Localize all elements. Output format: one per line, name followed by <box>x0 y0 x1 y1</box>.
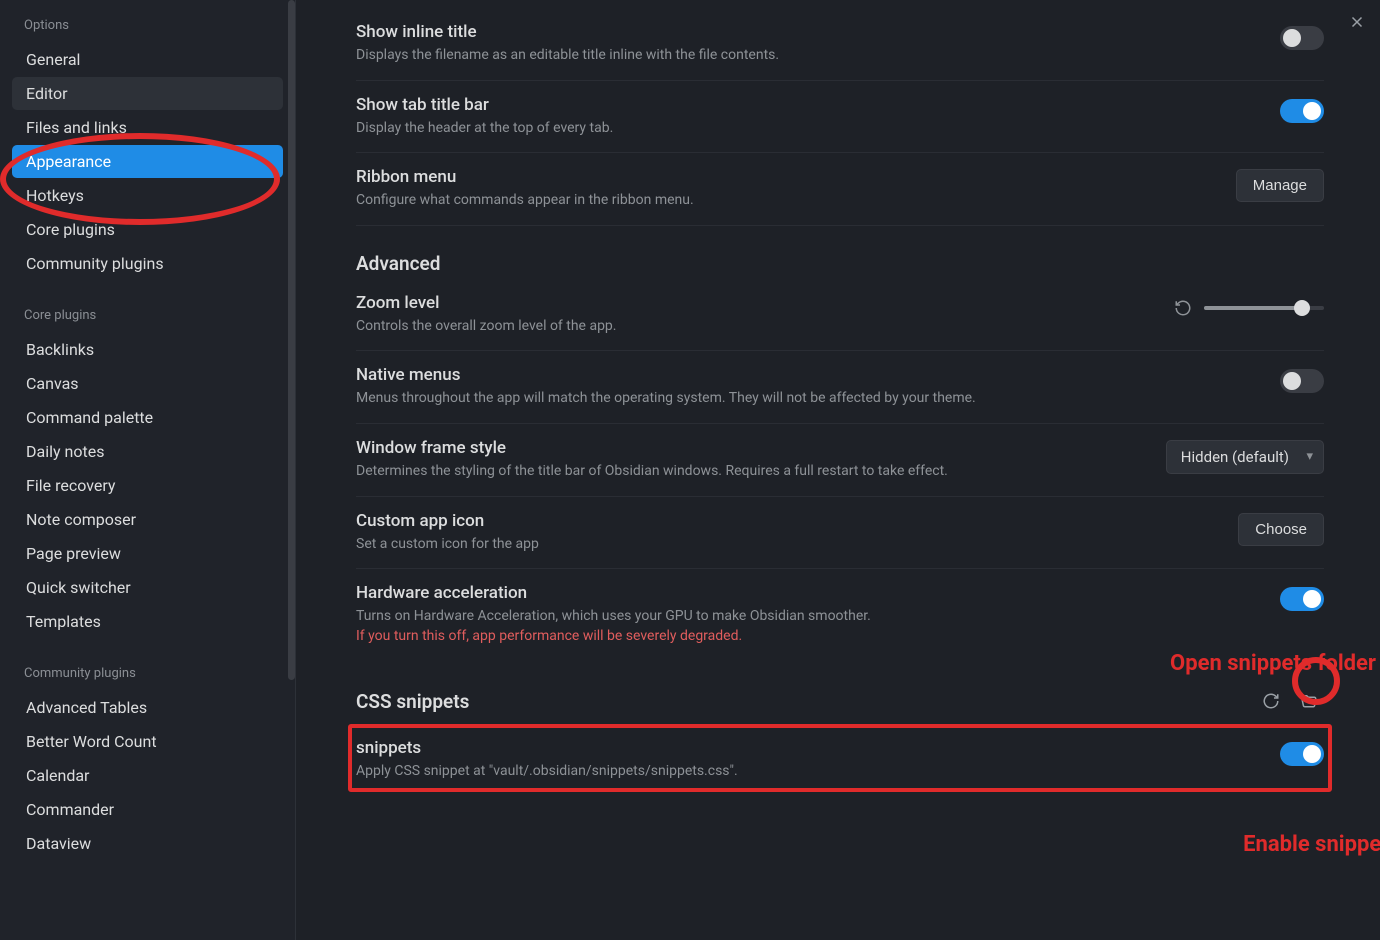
setting-desc: Configure what commands appear in the ri… <box>356 191 1216 211</box>
toggle-tab-title-bar[interactable] <box>1280 99 1324 123</box>
setting-desc: Displays the filename as an editable tit… <box>356 46 1260 66</box>
setting-inline-title: Show inline title Displays the filename … <box>356 8 1324 81</box>
sidebar-item-templates[interactable]: Templates <box>12 605 283 638</box>
toggle-hardware-accel[interactable] <box>1280 587 1324 611</box>
sidebar-item-community-plugins[interactable]: Community plugins <box>12 247 283 280</box>
setting-title: Window frame style <box>356 438 1146 458</box>
setting-title: Zoom level <box>356 293 1154 313</box>
toggle-snippet[interactable] <box>1280 742 1324 766</box>
toggle-inline-title[interactable] <box>1280 26 1324 50</box>
setting-window-frame: Window frame style Determines the stylin… <box>356 424 1324 497</box>
sidebar-item-better-word-count[interactable]: Better Word Count <box>12 725 283 758</box>
setting-title: Hardware acceleration <box>356 583 1260 603</box>
setting-app-icon: Custom app icon Set a custom icon for th… <box>356 497 1324 570</box>
sidebar-item-daily-notes[interactable]: Daily notes <box>12 435 283 468</box>
frame-style-select[interactable]: Hidden (default) <box>1166 440 1324 474</box>
setting-desc: Determines the styling of the title bar … <box>356 462 1146 482</box>
setting-tab-title-bar: Show tab title bar Display the header at… <box>356 81 1324 154</box>
setting-ribbon-menu: Ribbon menu Configure what commands appe… <box>356 153 1324 226</box>
open-snippets-folder-icon[interactable] <box>1294 686 1324 716</box>
sidebar-item-commander[interactable]: Commander <box>12 793 283 826</box>
setting-desc: Menus throughout the app will match the … <box>356 389 1260 409</box>
sidebar-item-calendar[interactable]: Calendar <box>12 759 283 792</box>
snippet-desc: Apply CSS snippet at "vault/.obsidian/sn… <box>356 762 1260 782</box>
setting-native-menus: Native menus Menus throughout the app wi… <box>356 351 1324 424</box>
setting-warning: If you turn this off, app performance wi… <box>356 627 1260 647</box>
setting-title: Native menus <box>356 365 1260 385</box>
section-advanced: Advanced <box>356 226 1324 279</box>
sidebar-section-options: Options <box>12 14 283 43</box>
sidebar-item-editor[interactable]: Editor <box>12 77 283 110</box>
sidebar-section-community-plugins: Community plugins <box>12 662 283 691</box>
annotation-enable: Enable snippets <box>1243 832 1380 857</box>
setting-desc: Display the header at the top of every t… <box>356 119 1260 139</box>
setting-title: Custom app icon <box>356 511 1218 531</box>
sidebar-item-general[interactable]: General <box>12 43 283 76</box>
sidebar-item-core-plugins[interactable]: Core plugins <box>12 213 283 246</box>
sidebar-item-note-composer[interactable]: Note composer <box>12 503 283 536</box>
sidebar-item-hotkeys[interactable]: Hotkeys <box>12 179 283 212</box>
setting-zoom-level: Zoom level Controls the overall zoom lev… <box>356 279 1324 352</box>
setting-title: Show inline title <box>356 22 1260 42</box>
sidebar-item-file-recovery[interactable]: File recovery <box>12 469 283 502</box>
setting-desc: Controls the overall zoom level of the a… <box>356 317 1154 337</box>
close-icon[interactable] <box>1344 8 1370 41</box>
choose-button[interactable]: Choose <box>1238 513 1324 546</box>
sidebar-item-dataview[interactable]: Dataview <box>12 827 283 860</box>
sidebar-item-canvas[interactable]: Canvas <box>12 367 283 400</box>
sidebar-item-advanced-tables[interactable]: Advanced Tables <box>12 691 283 724</box>
sidebar-item-command-palette[interactable]: Command palette <box>12 401 283 434</box>
toggle-native-menus[interactable] <box>1280 369 1324 393</box>
sidebar-section-core-plugins: Core plugins <box>12 304 283 333</box>
manage-button[interactable]: Manage <box>1236 169 1324 202</box>
setting-desc: Set a custom icon for the app <box>356 535 1218 555</box>
sidebar-item-quick-switcher[interactable]: Quick switcher <box>12 571 283 604</box>
zoom-slider[interactable] <box>1204 306 1324 310</box>
reload-snippets-icon[interactable] <box>1256 686 1286 716</box>
sidebar-item-backlinks[interactable]: Backlinks <box>12 333 283 366</box>
setting-title: Ribbon menu <box>356 167 1216 187</box>
settings-sidebar: Options General Editor Files and links A… <box>0 0 296 940</box>
sidebar-item-files-links[interactable]: Files and links <box>12 111 283 144</box>
sidebar-scrollbar[interactable] <box>288 0 295 680</box>
setting-hardware-accel: Hardware acceleration Turns on Hardware … <box>356 569 1324 660</box>
section-css-snippets: CSS snippets <box>356 660 1324 720</box>
setting-title: Show tab title bar <box>356 95 1260 115</box>
settings-main: Show inline title Displays the filename … <box>296 0 1380 940</box>
sidebar-item-appearance[interactable]: Appearance <box>12 145 283 178</box>
sidebar-item-page-preview[interactable]: Page preview <box>12 537 283 570</box>
setting-snippet-row: snippets Apply CSS snippet at "vault/.ob… <box>356 720 1324 796</box>
reset-zoom-icon[interactable] <box>1174 299 1192 317</box>
snippet-title: snippets <box>356 738 1260 758</box>
setting-desc: Turns on Hardware Acceleration, which us… <box>356 607 1260 627</box>
